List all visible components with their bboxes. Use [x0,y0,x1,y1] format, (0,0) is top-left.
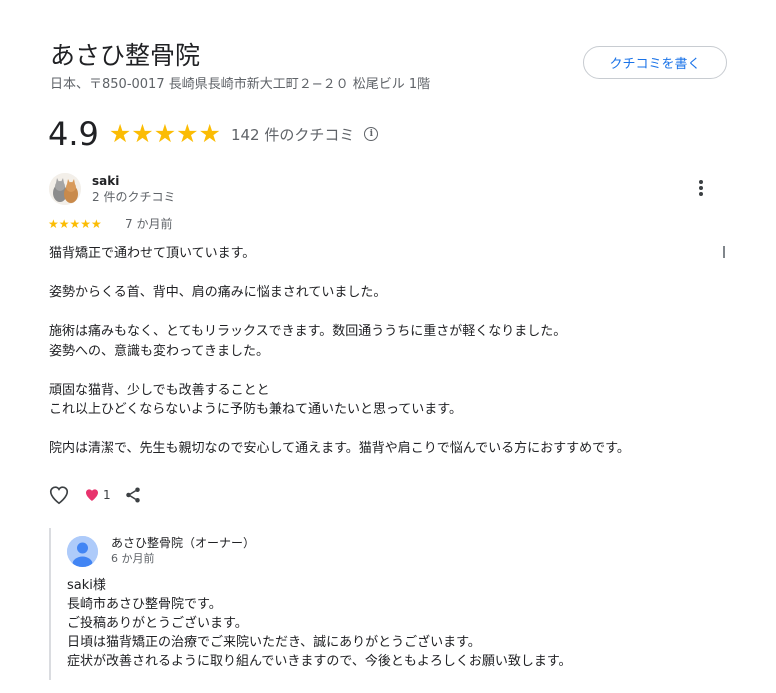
review-line: ​ [49,264,630,284]
review-line: ​ [49,420,630,440]
heart-outline-icon[interactable] [48,484,70,506]
owner-reply-divider [49,528,51,680]
reviewer-review-count: 2 件のクチコミ [92,190,176,204]
owner-reply-line: 症状が改善されるように取り組んでいきますので、今後ともよろしくお願い致します。 [67,654,572,669]
reviewer-avatar[interactable] [49,173,81,205]
like-count: 1 [103,488,111,502]
review-count[interactable]: 142 件のクチコミ [231,124,354,145]
heart-filled-icon [86,489,98,501]
owner-reply-line: 長崎市あさひ整骨院です。 [67,597,222,612]
review-line: 頑固な猫背、少しでも改善することと [49,382,270,398]
review-line: 姿勢への、意識も変わってきました。 [49,343,269,359]
owner-reply-text: saki様 長崎市あさひ整骨院です。 ご投稿ありがとうございます。 日頃は猫背矯… [67,576,572,671]
reviewer-name[interactable]: saki [92,173,119,189]
scrollbar[interactable] [723,246,725,258]
info-icon[interactable]: i [364,127,379,141]
review-line: これ以上ひどくならないように予防も兼ねて通いたいと思っています。 [49,402,463,417]
more-vert-icon[interactable] [692,178,710,200]
review-stars: ★★★★★ [48,217,102,231]
owner-name: あさひ整骨院（オーナー） [111,536,256,550]
person-icon [67,536,98,567]
owner-reply-time: 6 か月前 [111,552,155,565]
rating-value: 4.9 [48,115,99,153]
write-review-button[interactable]: クチコミを書く [583,46,727,79]
share-icon[interactable] [124,486,142,504]
owner-avatar [67,536,98,567]
owner-reply-line: saki様 [67,578,106,593]
review-text: 猫背矯正で通わせて頂いています。 ​ 姿勢からくる首、背中、肩の痛みに悩まされて… [49,244,630,459]
review-time: 7 か月前 [125,217,173,231]
review-actions: 1 [48,484,142,506]
review-line: ​ [49,303,630,323]
cat-avatar-icon [49,173,81,205]
page-title: あさひ整骨院 [50,41,201,70]
review-line: ​ [49,361,630,381]
owner-reply-line: 日頃は猫背矯正の治療でご来院いただき、誠にありがとうございます。 [67,635,481,650]
rating-stars: ★★★★★ [108,119,221,148]
review-line: 施術は痛みもなく、とてもリラックスできます。数回通ううちに重さが軽くなりました。 [49,324,567,339]
business-address: 日本、〒850-0017 長崎県長崎市新大工町２−２０ 松尾ビル 1階 [50,77,431,92]
owner-reply-line: ご投稿ありがとうございます。 [67,616,248,631]
review-line: 院内は清潔で、先生も親切なので安心して通えます。猫背や肩こりで悩んでいる方におす… [49,441,630,456]
review-line: 姿勢からくる首、背中、肩の痛みに悩まされていました。 [49,285,387,300]
review-line: 猫背矯正で通わせて頂いています。 [49,246,256,261]
rating-summary: 4.9 ★★★★★ 142 件のクチコミ i [48,114,379,154]
